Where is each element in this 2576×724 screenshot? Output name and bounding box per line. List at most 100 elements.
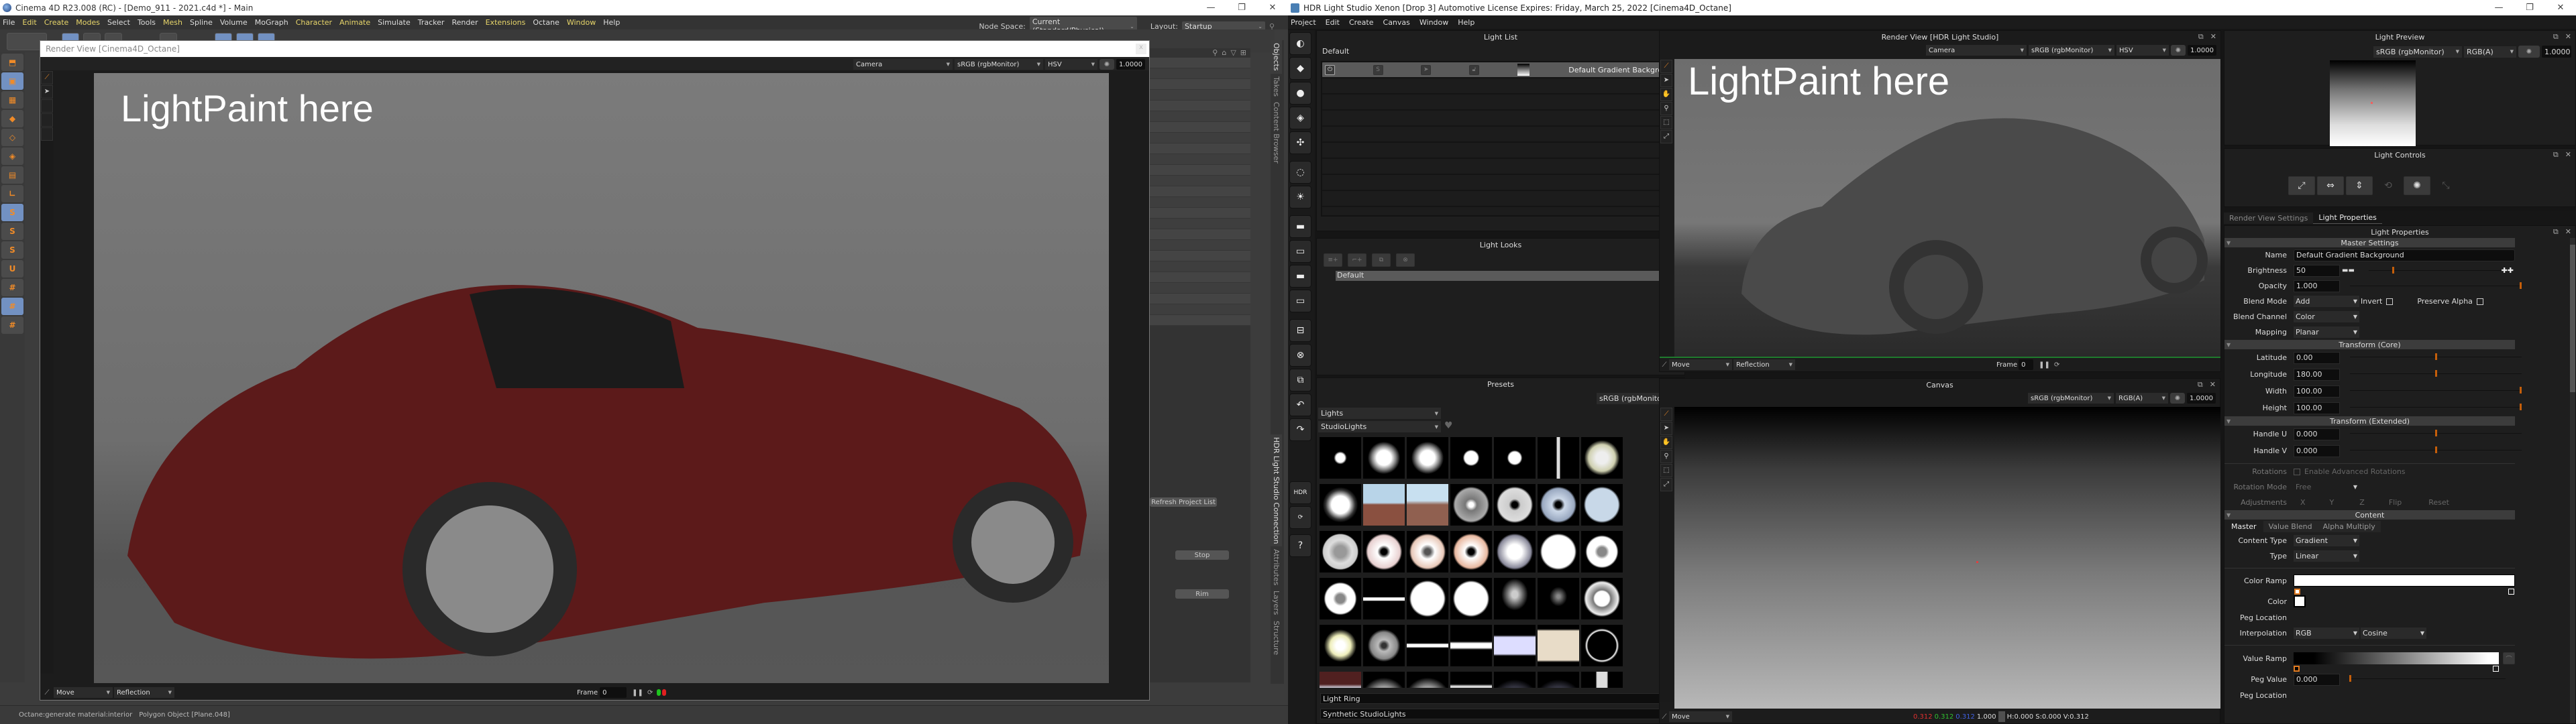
- undo-icon[interactable]: ↶: [1289, 394, 1311, 416]
- favorite-heart-icon[interactable]: ♥: [1444, 420, 1453, 431]
- preset-thumbnail[interactable]: [1320, 672, 1361, 688]
- paint-mode-select[interactable]: Move ▼: [54, 687, 113, 698]
- points-mode-icon[interactable]: ◆: [1, 110, 23, 127]
- invert-checkbox[interactable]: [2386, 298, 2394, 305]
- duplicate-light-icon[interactable]: ⧉: [1289, 369, 1311, 391]
- blend-channel-select[interactable]: Color ▼: [2294, 311, 2359, 322]
- tab-attributes[interactable]: Attributes: [1271, 546, 1282, 588]
- add-soft-light-icon[interactable]: ●: [1289, 82, 1311, 105]
- zoom-icon[interactable]: ⚲: [1660, 102, 1672, 115]
- preset-thumbnail[interactable]: [1407, 578, 1448, 619]
- menu-tools[interactable]: Tools: [138, 18, 156, 27]
- add-flat-background-icon[interactable]: ▬: [1289, 265, 1311, 288]
- close-icon[interactable]: x: [1136, 44, 1146, 54]
- tool-slot-icon[interactable]: [41, 127, 53, 141]
- add-group-icon[interactable]: ⊟: [1289, 319, 1311, 342]
- menu-create[interactable]: Create: [1349, 18, 1374, 27]
- canvas-color-space-select[interactable]: sRGB (rgbMonitor) ▼: [2028, 393, 2114, 404]
- paint-brush-icon[interactable]: ⟋: [1660, 713, 1669, 721]
- canvas-paint-mode-select[interactable]: Move ▼: [1669, 711, 1732, 722]
- delete-look-icon[interactable]: ⊗: [1396, 253, 1415, 267]
- color-ramp[interactable]: [2294, 575, 2515, 595]
- preset-thumbnail[interactable]: [1450, 531, 1492, 572]
- menu-edit[interactable]: Edit: [22, 18, 36, 27]
- add-area-light-icon[interactable]: ◐: [1289, 32, 1311, 55]
- preset-thumbnail[interactable]: [1538, 578, 1579, 619]
- brightness-icon[interactable]: ✺: [2404, 176, 2430, 195]
- redo-icon[interactable]: ↷: [1289, 418, 1311, 441]
- content-header[interactable]: ▼ Content: [2224, 510, 2515, 520]
- canvas-image[interactable]: [1674, 407, 2220, 709]
- handle-u-field[interactable]: 0.000: [2294, 428, 2340, 440]
- scale-uniform-icon[interactable]: ⤢: [2288, 176, 2315, 195]
- add-square-light-icon[interactable]: ◆: [1289, 57, 1311, 80]
- preset-thumbnail[interactable]: [1320, 437, 1361, 479]
- color-space-select[interactable]: sRGB (rgbMonitor) ▼: [955, 59, 1043, 70]
- preset-thumbnail[interactable]: [1450, 672, 1492, 688]
- exposure-aperture-icon[interactable]: ✺: [2518, 46, 2540, 58]
- canvas-channel-select[interactable]: RGB(A) ▼: [2116, 393, 2168, 404]
- preset-thumbnail[interactable]: [1494, 531, 1536, 572]
- zoom-region-icon[interactable]: ⬚: [1660, 464, 1672, 477]
- brightness-field[interactable]: 50: [2294, 264, 2340, 277]
- close-icon[interactable]: ✕: [1257, 0, 1288, 15]
- preview-color-space-select[interactable]: sRGB (rgbMonitor) ▼: [2373, 46, 2462, 58]
- refresh-icon[interactable]: ⟳: [647, 689, 653, 697]
- undock-icon[interactable]: ⧉: [2198, 380, 2203, 389]
- preset-thumbnail[interactable]: [1538, 672, 1579, 688]
- solo-icon[interactable]: S: [1373, 64, 1383, 75]
- slider-knob[interactable]: [2435, 370, 2437, 377]
- add-gradient-light-icon[interactable]: ◈: [1289, 107, 1311, 129]
- transform-core-header[interactable]: ▼ Transform (Core): [2224, 340, 2515, 349]
- help-icon[interactable]: ?: [1289, 534, 1311, 557]
- preset-thumbnail[interactable]: [1450, 437, 1492, 479]
- slider-knob[interactable]: [2520, 404, 2522, 410]
- add-hdri-background-icon[interactable]: ▭: [1289, 240, 1311, 263]
- preset-thumbnail[interactable]: [1363, 672, 1405, 688]
- name-field[interactable]: Default Gradient Background: [2294, 249, 2515, 261]
- preset-thumbnail[interactable]: [1494, 437, 1536, 479]
- transform-extended-header[interactable]: ▼ Transform (Extended): [2224, 416, 2515, 426]
- preview-exposure-field[interactable]: 1.0000: [2542, 46, 2571, 58]
- master-settings-header[interactable]: ▼ Master Settings: [2224, 238, 2515, 247]
- menu-select[interactable]: Select: [107, 18, 130, 27]
- stop-button[interactable]: Stop: [1175, 550, 1229, 560]
- menu-animate[interactable]: Animate: [339, 18, 370, 27]
- make-editable-icon[interactable]: ⬒: [1, 54, 23, 71]
- opacity-field[interactable]: 1.000: [2294, 280, 2340, 292]
- refresh-icon[interactable]: ⟳: [2054, 361, 2059, 369]
- paint-brush-icon[interactable]: ⟋: [40, 689, 54, 697]
- preserve-alpha-checkbox[interactable]: [2476, 298, 2483, 305]
- add-sub-look-icon[interactable]: ⌐+: [1348, 253, 1366, 267]
- add-pattern-light-icon[interactable]: ✣: [1289, 131, 1311, 154]
- peg-value-slider[interactable]: [2349, 675, 2506, 682]
- preset-thumbnail[interactable]: [1450, 484, 1492, 526]
- preset-thumbnail[interactable]: [1581, 484, 1623, 526]
- paint-brush-icon[interactable]: ⟋: [1660, 361, 1669, 369]
- search-icon[interactable]: ⚲: [1212, 48, 1218, 58]
- tab-render-view-settings[interactable]: Render View Settings: [2224, 212, 2314, 224]
- exposure-aperture-icon[interactable]: ✺: [2170, 393, 2185, 404]
- menu-character[interactable]: Character: [296, 18, 332, 27]
- preset-thumbnail[interactable]: [1494, 578, 1536, 619]
- preset-thumbnail[interactable]: [1320, 531, 1361, 572]
- preset-thumbnail[interactable]: [1320, 578, 1361, 619]
- close-icon[interactable]: ✕: [2565, 32, 2571, 42]
- paint-type-select[interactable]: Reflection ▼: [114, 687, 174, 698]
- menu-render[interactable]: Render: [451, 18, 478, 27]
- c4d-render-view-titlebar[interactable]: Render View [Cinema4D_Octane] x: [40, 41, 1149, 57]
- select-arrow-icon[interactable]: ➤: [41, 85, 53, 99]
- hls-render-image[interactable]: LightPaint here: [1674, 59, 2220, 357]
- undock-icon[interactable]: ⧉: [2553, 227, 2559, 237]
- decrease-icon[interactable]: ▬▬: [2342, 267, 2355, 274]
- lock-workplane-icon[interactable]: #: [1, 298, 23, 315]
- add-sun-light-icon[interactable]: ☀: [1289, 186, 1311, 208]
- lock-icon[interactable]: 🔓︎: [1468, 64, 1479, 75]
- longitude-field[interactable]: 180.00: [2294, 368, 2340, 381]
- undock-icon[interactable]: ⧉: [2553, 150, 2559, 160]
- preset-thumbnail[interactable]: [1538, 531, 1579, 572]
- pan-hand-icon[interactable]: ✋: [1660, 436, 1672, 449]
- add-mask-light-icon[interactable]: ◌: [1289, 161, 1311, 184]
- preset-thumbnail[interactable]: [1320, 484, 1361, 526]
- zoom-icon[interactable]: ⚲: [1660, 450, 1672, 463]
